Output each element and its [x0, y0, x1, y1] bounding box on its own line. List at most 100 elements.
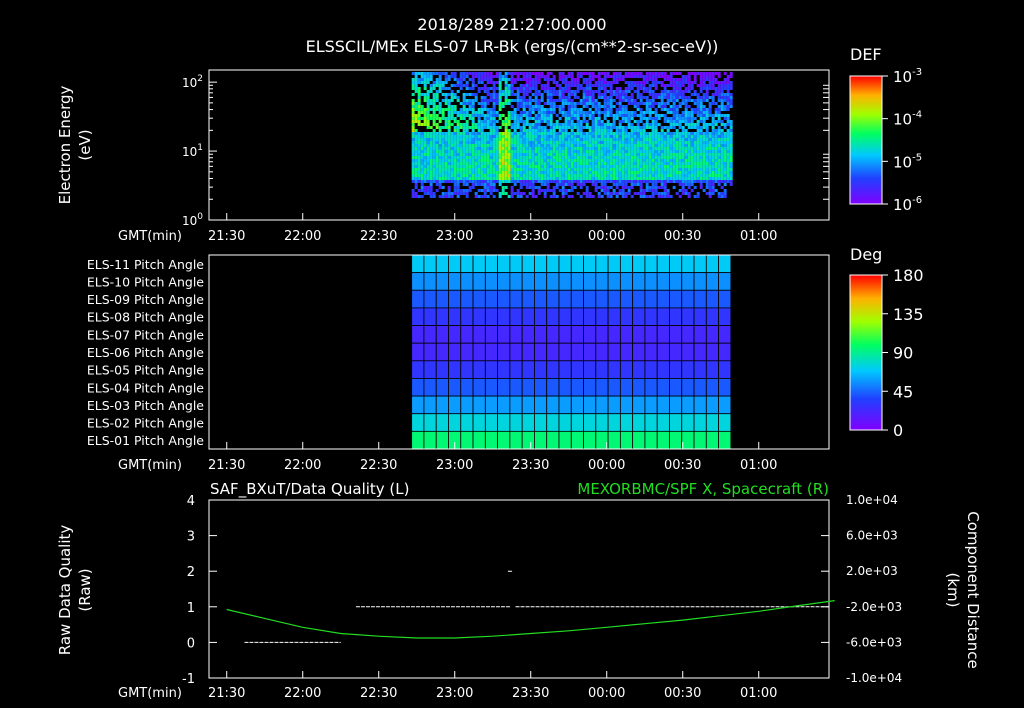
- pitch-cell: [607, 289, 621, 309]
- spectrogram-cell: [627, 186, 631, 189]
- spectrogram-cell: [597, 132, 601, 135]
- spectrogram-cell: [633, 72, 637, 75]
- spectrogram-cell: [606, 150, 610, 153]
- spectrogram-cell: [702, 156, 706, 159]
- spectrogram-cell: [453, 84, 457, 87]
- spectrogram-cell: [705, 123, 709, 126]
- spectrogram-cell: [417, 102, 421, 105]
- spectrogram-cell: [498, 126, 502, 129]
- spectrogram-cell: [537, 186, 541, 189]
- spectrogram-cell: [594, 186, 598, 189]
- spectrogram-cell: [516, 150, 520, 153]
- spectrogram-cell: [519, 144, 523, 147]
- spectrogram-cell: [531, 195, 535, 198]
- spectrogram-cell: [483, 120, 487, 123]
- spectrogram-cell: [510, 186, 514, 189]
- spectrogram-cell: [513, 78, 517, 81]
- spectrogram-cell: [726, 105, 730, 108]
- spectrogram-cell: [495, 120, 499, 123]
- spectrogram-cell: [663, 165, 667, 168]
- spectrogram-cell: [540, 153, 544, 156]
- spectrogram-cell: [549, 165, 553, 168]
- spectrogram-cell: [645, 108, 649, 111]
- spectrogram-cell: [699, 180, 703, 183]
- spectrogram-cell: [705, 132, 709, 135]
- spectrogram-cell: [495, 168, 499, 171]
- spectrogram-cell: [552, 111, 556, 114]
- spectrogram-cell: [642, 87, 646, 90]
- spectrogram-cell: [507, 90, 511, 93]
- spectrogram-cell: [591, 102, 595, 105]
- spectrogram-cell: [525, 111, 529, 114]
- spectrogram-cell: [609, 186, 613, 189]
- spectrogram-cell: [657, 135, 661, 138]
- spectrogram-cell: [573, 174, 577, 177]
- spectrogram-cell: [519, 195, 523, 198]
- spectrogram-cell: [699, 186, 703, 189]
- spectrogram-cell: [618, 153, 622, 156]
- spectrogram-cell: [426, 174, 430, 177]
- spectrogram-cell: [486, 81, 490, 84]
- spectrogram-cell: [723, 174, 727, 177]
- spectrogram-cell: [525, 93, 529, 96]
- spectrogram-cell: [720, 168, 724, 171]
- deg-colorbar-title: Deg: [850, 245, 882, 264]
- spectrogram-cell: [669, 150, 673, 153]
- spectrogram-cell: [693, 117, 697, 120]
- spectrogram-cell: [621, 150, 625, 153]
- spectrogram-cell: [516, 114, 520, 117]
- pitch-cell: [558, 395, 572, 415]
- spectrogram-cell: [471, 168, 475, 171]
- spectrogram-cell: [672, 87, 676, 90]
- spectrogram-cell: [564, 192, 568, 195]
- spectrogram-cell: [477, 129, 481, 132]
- spectrogram-cell: [504, 192, 508, 195]
- spectrogram-cell: [723, 126, 727, 129]
- spectrogram-cell: [726, 93, 730, 96]
- spectrogram-cell: [498, 78, 502, 81]
- spectrogram-cell: [717, 168, 721, 171]
- spectrogram-cell: [459, 117, 463, 120]
- pitch-row-label: ELS-09 Pitch Angle: [87, 292, 204, 307]
- spectrogram-cell: [681, 183, 685, 186]
- spectrogram-cell: [546, 102, 550, 105]
- spectrogram-cell: [438, 87, 442, 90]
- spectrogram-cell: [429, 195, 433, 198]
- spectrogram-cell: [498, 162, 502, 165]
- spectrogram-cell: [417, 99, 421, 102]
- pitch-cell: [546, 307, 560, 326]
- spectrogram-cell: [699, 99, 703, 102]
- spectrogram-cell: [720, 81, 724, 84]
- spectrogram-cell: [522, 123, 526, 126]
- spectrogram-cells: [411, 72, 733, 198]
- spectrogram-cell: [414, 105, 418, 108]
- pitch-cell: [435, 342, 449, 362]
- spectrogram-cell: [537, 159, 541, 162]
- spectrogram-cell: [663, 144, 667, 147]
- spectrogram-cell: [480, 129, 484, 132]
- spectrogram-cell: [669, 168, 673, 171]
- spectrogram-cell: [453, 117, 457, 120]
- spectrogram-cell: [537, 168, 541, 171]
- spectrogram-cell: [432, 180, 436, 183]
- spectrogram-cell: [516, 171, 520, 174]
- spectrogram-cell: [492, 177, 496, 180]
- deg-colorbar-label: 0: [893, 421, 903, 440]
- spectrogram-cell: [426, 168, 430, 171]
- spectrogram-cell: [534, 174, 538, 177]
- spectrogram-cell: [666, 195, 670, 198]
- spectrogram-cell: [636, 129, 640, 132]
- deg-colorbar-label: 180: [893, 266, 924, 285]
- spectrogram-cell: [498, 156, 502, 159]
- spectrogram-cell: [615, 177, 619, 180]
- spectrogram-cell: [642, 123, 646, 126]
- spectrogram-cell: [651, 75, 655, 78]
- spectrogram-cell: [543, 111, 547, 114]
- spectrogram-cell: [573, 81, 577, 84]
- spectrogram-cell: [693, 138, 697, 141]
- spectrogram-cell: [486, 138, 490, 141]
- spectrogram-cell: [672, 120, 676, 123]
- spectrogram-cell: [489, 144, 493, 147]
- spectrogram-cell: [597, 123, 601, 126]
- spectrogram-cell: [564, 174, 568, 177]
